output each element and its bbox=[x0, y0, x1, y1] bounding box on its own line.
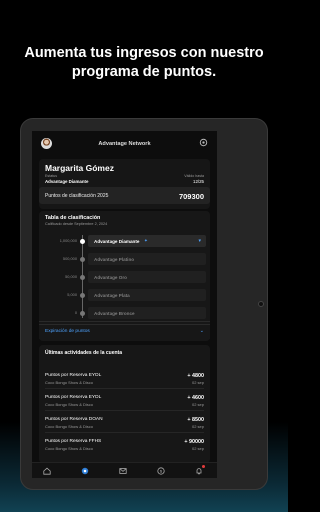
home-icon bbox=[43, 467, 51, 475]
tier-marker-icon bbox=[80, 293, 85, 298]
activity-date: 02 sep bbox=[191, 380, 204, 385]
tier-threshold: 50,000 bbox=[65, 274, 77, 279]
bottom-nav: $ bbox=[32, 462, 217, 478]
activity-venue: Coco Bongo Show & Disco bbox=[45, 402, 94, 407]
points-icon bbox=[81, 467, 89, 475]
tier-marker-icon bbox=[80, 239, 85, 244]
status-value: Advantage Diamante bbox=[45, 179, 89, 184]
activity-date: 02 sep bbox=[191, 446, 204, 451]
tier-row-plata[interactable]: 5,000 Advantage Plata bbox=[39, 289, 210, 301]
expander-label: Expiración de puntos bbox=[45, 329, 90, 334]
nav-dollar[interactable]: $ bbox=[156, 466, 166, 476]
tier-threshold: 5,000 bbox=[67, 292, 77, 297]
nav-notifications[interactable] bbox=[194, 465, 205, 476]
activity-date: 02 sep bbox=[191, 424, 204, 429]
tier-name: Advantage Diamante bbox=[94, 238, 140, 244]
activity-points: + 90000 bbox=[184, 439, 204, 445]
activity-row[interactable]: Puntos por Reserva EYDL Coco Bongo Show … bbox=[39, 373, 210, 395]
tier-name: Advantage Bronce bbox=[94, 310, 135, 316]
tier-marker-icon bbox=[80, 257, 85, 262]
tier-row-diamante[interactable]: 1,000,000 Advantage Diamante ✦ ▾ bbox=[39, 235, 210, 247]
mail-icon bbox=[119, 468, 127, 474]
tier-marker-icon bbox=[80, 311, 85, 316]
classification-title: Tabla de clasificación bbox=[45, 215, 101, 221]
headline: Aumenta tus ingresos con nuestro program… bbox=[0, 44, 288, 82]
activities-card: Últimas actividades de la cuenta Puntos … bbox=[39, 345, 210, 463]
svg-text:$: $ bbox=[160, 469, 163, 474]
activity-date: 02 sep bbox=[191, 402, 204, 407]
tier-row-oro[interactable]: 50,000 Advantage Oro bbox=[39, 271, 210, 283]
classification-subtitle: Calificado desde Septiembre 2, 2024 bbox=[45, 222, 108, 226]
headline-line-2: programa de puntos. bbox=[71, 64, 217, 80]
chevron-down-icon[interactable]: ▾ bbox=[198, 238, 201, 244]
activity-name: Puntos por Reserva EYDL bbox=[45, 373, 102, 378]
app-top-bar: Advantage Network bbox=[32, 131, 217, 157]
tier-box: Advantage Plata bbox=[88, 289, 206, 301]
tier-name: Advantage Platino bbox=[94, 256, 135, 262]
activity-row[interactable]: Puntos por Reserva EYDL Coco Bongo Show … bbox=[39, 395, 210, 417]
row-divider bbox=[45, 388, 204, 389]
activity-venue: Coco Bongo Show & Disco bbox=[45, 446, 94, 451]
activity-points: + 4600 bbox=[187, 395, 204, 401]
tier-name: Advantage Oro bbox=[94, 274, 127, 280]
points-value: 709300 bbox=[178, 192, 204, 201]
chevron-down-icon: ⌄ bbox=[199, 328, 204, 334]
dollar-icon: $ bbox=[157, 467, 165, 475]
tier-box: Advantage Oro bbox=[88, 271, 206, 283]
activity-row[interactable]: Puntos por Reserva DOAN Coco Bongo Show … bbox=[39, 417, 210, 439]
app-title: Advantage Network bbox=[98, 141, 151, 147]
current-tier-star-icon: ✦ bbox=[144, 238, 148, 243]
activities-title: Últimas actividades de la cuenta bbox=[45, 350, 122, 356]
tablet-camera bbox=[258, 301, 264, 307]
activity-name: Puntos por Reserva FFHS bbox=[45, 439, 102, 444]
tier-name: Advantage Plata bbox=[94, 292, 130, 298]
app-screen: Advantage Network Margarita Gómez Estatu… bbox=[32, 131, 217, 478]
valid-until-value: 12/25 bbox=[193, 179, 204, 184]
notification-badge bbox=[202, 465, 205, 468]
tier-box: Advantage Platino bbox=[88, 253, 206, 265]
classification-card: Tabla de clasificación Calificado desde … bbox=[39, 211, 210, 341]
tier-row-platino[interactable]: 500,000 Advantage Platino bbox=[39, 253, 210, 265]
activity-points: + 8500 bbox=[187, 417, 204, 423]
row-divider bbox=[45, 410, 204, 411]
tier-threshold: 500,000 bbox=[62, 256, 77, 261]
status-label: Estatus bbox=[45, 174, 57, 178]
notifications-icon bbox=[196, 468, 202, 475]
tier-marker-icon bbox=[80, 275, 85, 280]
nav-home[interactable] bbox=[42, 466, 52, 476]
nav-mail[interactable] bbox=[118, 466, 128, 476]
tier-threshold: 1,000,000 bbox=[59, 238, 77, 243]
points-label: Puntos de clasificación 2025 bbox=[45, 193, 109, 199]
tier-box: Advantage Diamante ✦ ▾ bbox=[88, 235, 206, 247]
activity-name: Puntos por Reserva DOAN bbox=[45, 417, 103, 422]
activity-row[interactable]: Puntos por Reserva FFHS Coco Bongo Show … bbox=[39, 439, 210, 461]
activity-name: Puntos por Reserva EYDL bbox=[45, 395, 102, 400]
tier-row-bronce[interactable]: 0 Advantage Bronce bbox=[39, 307, 210, 319]
activity-venue: Coco Bongo Show & Disco bbox=[45, 424, 94, 429]
valid-until-label: Válido hasta bbox=[184, 174, 204, 178]
row-divider bbox=[45, 432, 204, 433]
settings-gear-icon[interactable] bbox=[199, 138, 208, 147]
tier-threshold: 0 bbox=[74, 310, 77, 315]
member-name: Margarita Gómez bbox=[45, 163, 114, 173]
activity-venue: Coco Bongo Show & Disco bbox=[45, 380, 94, 385]
nav-points[interactable] bbox=[80, 466, 90, 476]
points-expiration-row[interactable]: Expiración de puntos ⌄ bbox=[39, 324, 210, 339]
activity-points: + 4800 bbox=[187, 373, 204, 379]
tier-box: Advantage Bronce bbox=[88, 307, 206, 319]
points-card: Puntos de clasificación 2025 709300 bbox=[39, 187, 210, 204]
headline-line-1: Aumenta tus ingresos con nuestro bbox=[24, 45, 264, 61]
